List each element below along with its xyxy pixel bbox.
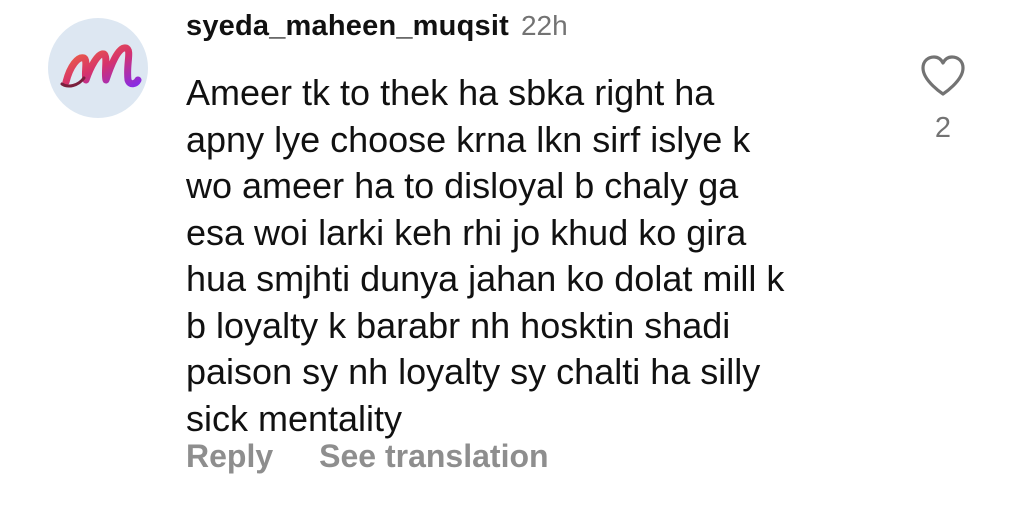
avatar[interactable] [48,18,148,118]
like-count: 2 [934,112,952,144]
see-translation-button[interactable]: See translation [319,438,548,475]
comment-meta: syeda_maheen_muqsit 22h [186,10,886,52]
comment: syeda_maheen_muqsit 22h Ameer tk to thek… [0,0,1024,506]
timestamp: 22h [520,10,568,41]
avatar-monogram-icon [60,44,142,88]
reply-button[interactable]: Reply [186,438,273,475]
username[interactable]: syeda_maheen_muqsit [186,10,509,43]
comment-body: syeda_maheen_muqsit 22h Ameer tk to thek… [186,10,886,442]
comment-text: Ameer tk to thek ha sbka right ha apny l… [186,72,785,439]
like-control: 2 [918,54,968,145]
heart-outline-icon[interactable] [919,54,967,98]
comment-actions: Reply See translation [186,438,549,475]
